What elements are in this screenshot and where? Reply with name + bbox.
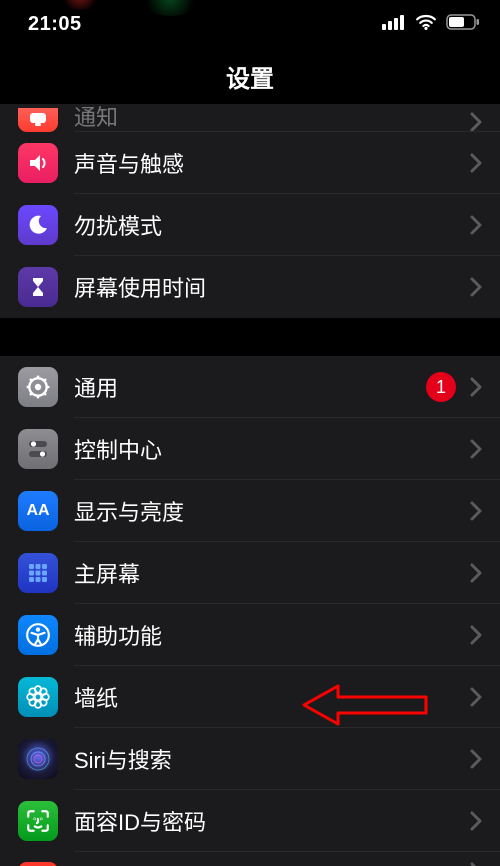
siri-icon [18,739,58,779]
chevron-right-icon [470,377,482,397]
hourglass-icon [18,267,58,307]
row-label: 屏幕使用时间 [74,271,466,303]
settings-row-sounds[interactable]: 声音与触感 [0,132,500,194]
settings-row-notifications[interactable]: 通知 [0,104,500,132]
row-label: Siri与搜索 [74,743,466,775]
notification-badge: 1 [426,372,456,402]
chevron-right-icon [470,625,482,645]
row-label: 主屏幕 [74,557,466,589]
settings-section-basics: 通知 声音与触感 勿扰模式 屏幕使用时间 [0,104,500,318]
settings-row-screentime[interactable]: 屏幕使用时间 [0,256,500,318]
page-title: 设置 [226,59,274,94]
row-label: 勿扰模式 [74,209,466,241]
status-indicators [382,14,480,35]
settings-row-control-center[interactable]: 控制中心 [0,418,500,480]
section-gap [0,318,500,356]
settings-row-sos[interactable]: SOS SOS紧急联络 [0,852,500,866]
gear-icon [18,367,58,407]
settings-row-wallpaper[interactable]: 墙纸 [0,666,500,728]
switches-icon [18,429,58,469]
phone-frame: 21:05 设置 通知 [0,0,500,866]
chevron-right-icon [470,215,482,235]
chevron-right-icon [470,749,482,769]
chevron-right-icon [470,277,482,297]
row-label: 墙纸 [74,681,466,713]
settings-row-dnd[interactable]: 勿扰模式 [0,194,500,256]
row-label: 通用 [74,371,426,403]
nav-header: 设置 [0,48,500,104]
moon-icon [18,205,58,245]
chevron-right-icon [470,112,482,132]
row-label: 控制中心 [74,433,466,465]
status-time: 21:05 [28,13,82,36]
chevron-right-icon [470,501,482,521]
aa-glyph: AA [26,502,49,520]
status-bar: 21:05 [0,0,500,48]
sos-icon: SOS [18,862,58,866]
chevron-right-icon [470,862,482,866]
accessibility-icon [18,615,58,655]
row-label: 显示与亮度 [74,495,466,527]
settings-section-general: 通用 1 控制中心 AA 显示与亮度 主屏幕 [0,356,500,866]
row-label: 面容ID与密码 [74,805,466,837]
chevron-right-icon [470,687,482,707]
row-label: SOS紧急联络 [74,862,466,866]
homescreen-grid-icon [18,553,58,593]
chevron-right-icon [470,811,482,831]
chevron-right-icon [470,563,482,583]
settings-row-siri[interactable]: Siri与搜索 [0,728,500,790]
battery-icon [446,14,480,35]
settings-row-faceid[interactable]: 面容ID与密码 [0,790,500,852]
sounds-icon [18,143,58,183]
row-label: 声音与触感 [74,147,466,179]
settings-row-homescreen[interactable]: 主屏幕 [0,542,500,604]
row-label: 辅助功能 [74,619,466,651]
wifi-icon [414,14,438,35]
settings-row-general[interactable]: 通用 1 [0,356,500,418]
display-brightness-icon: AA [18,491,58,531]
cellular-signal-icon [382,14,406,35]
settings-row-display[interactable]: AA 显示与亮度 [0,480,500,542]
chevron-right-icon [470,153,482,173]
row-label: 通知 [74,104,466,132]
faceid-icon [18,801,58,841]
wallpaper-flower-icon [18,677,58,717]
notifications-icon [18,108,58,132]
settings-row-accessibility[interactable]: 辅助功能 [0,604,500,666]
chevron-right-icon [470,439,482,459]
